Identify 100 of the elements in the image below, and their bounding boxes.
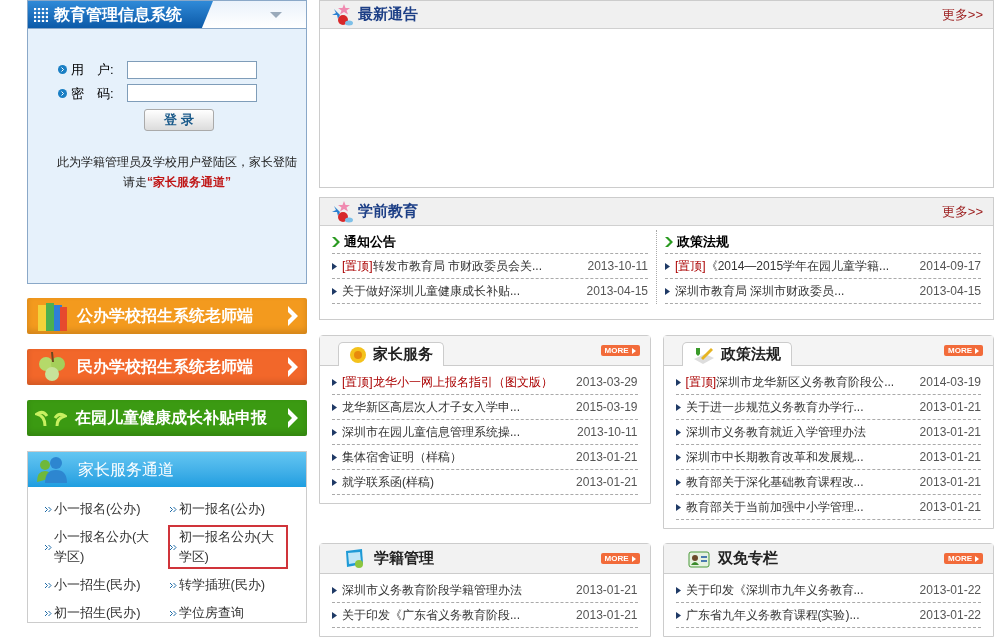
box-tab[interactable]: 政策法规: [681, 342, 792, 366]
news-link[interactable]: [置顶]《2014—2015学年在园儿童学籍...: [675, 257, 915, 275]
login-field[interactable]: [127, 84, 257, 103]
bullet-icon: [675, 403, 681, 411]
service-link[interactable]: 学位房查询: [167, 601, 288, 625]
service-link[interactable]: 小一报名(公办): [43, 497, 164, 521]
column-title: 政策法规: [677, 232, 729, 251]
bullet-icon: [675, 478, 681, 486]
news-link[interactable]: 关于进一步规范义务教育办学行...: [685, 398, 915, 416]
news-date: 2013-01-22: [919, 607, 981, 624]
arrow-icon: [665, 236, 673, 247]
play-icon: [975, 555, 979, 562]
news-date: 2013-01-22: [919, 582, 981, 599]
box-tab[interactable]: 家长服务: [338, 342, 444, 366]
field-label: 用 户:: [71, 61, 115, 79]
panel-title: 学前教育: [358, 201, 418, 222]
sun-icon: [349, 345, 367, 364]
panel-title: 最新通告: [358, 4, 418, 25]
more-link[interactable]: 更多>>: [941, 4, 983, 25]
bullet-icon: [675, 453, 681, 461]
news-link[interactable]: 关于做好深圳儿童健康成长补贴...: [342, 282, 582, 300]
news-date: 2013-01-21: [919, 474, 981, 491]
news-date: 2013-01-21: [576, 607, 638, 624]
bullet-icon: [332, 428, 337, 436]
news-date: 2014-09-17: [919, 258, 981, 275]
news-link[interactable]: [置顶]转发市教育局 市财政委员会关...: [342, 257, 583, 275]
service-link[interactable]: 转学插班(民办): [167, 573, 288, 597]
login-note: 此为学籍管理员及学校用户登陆区，家长登陆请走“家长服务通道”: [56, 154, 298, 191]
box-title: 双免专栏: [717, 548, 778, 569]
service-link[interactable]: 初一招生(民办): [43, 601, 164, 625]
bullet-icon: [332, 403, 337, 411]
id-card-icon: [687, 549, 710, 568]
bullet-icon: [332, 453, 337, 461]
dropdown-icon[interactable]: [270, 11, 282, 18]
news-date: 2013-01-21: [919, 399, 981, 416]
bullet-icon: [675, 378, 681, 386]
field-label: 密 码:: [71, 84, 115, 103]
news-link[interactable]: 深圳市义务教育阶段学籍管理办法: [342, 581, 572, 599]
news-link[interactable]: 关于印发《深圳市九年义务教育...: [685, 581, 915, 599]
bullet-icon: [675, 586, 681, 594]
login-field[interactable]: [127, 60, 257, 79]
bullet-icon: [58, 88, 67, 98]
news-link[interactable]: 集体宿舍证明（样稿）: [342, 448, 572, 466]
news-date: 2013-01-21: [576, 474, 638, 491]
news-link[interactable]: 关于印发《广东省义务教育阶段...: [342, 606, 572, 624]
service-link[interactable]: 初一报名公办(大学区): [167, 525, 288, 569]
double-chevron-icon: [45, 506, 52, 512]
bullet-icon: [675, 611, 681, 619]
more-link[interactable]: 更多>>: [941, 201, 983, 222]
news-date: 2013-10-11: [587, 258, 648, 275]
panel-title: 家长服务通道: [78, 459, 174, 480]
bullet-icon: [665, 287, 670, 295]
news-link[interactable]: 广东省九年义务教育课程(实验)...: [685, 606, 915, 624]
login-button[interactable]: 登 录: [144, 109, 214, 131]
news-link[interactable]: 深圳市在园儿童信息管理系统操...: [342, 423, 572, 441]
service-link[interactable]: 小一招生(民办): [43, 573, 164, 597]
news-link[interactable]: 教育部关于当前加强中小学管理...: [685, 498, 915, 516]
double-chevron-icon: [169, 544, 177, 550]
news-date: 2013-01-21: [576, 449, 638, 466]
arrow-icon: [332, 236, 340, 247]
box-title: 家长服务: [373, 344, 433, 365]
play-icon: [975, 347, 979, 354]
chevron-right-icon: [287, 356, 299, 378]
news-date: 2013-01-21: [919, 499, 981, 516]
play-icon: [631, 347, 636, 354]
sprout-icon: [35, 408, 67, 428]
news-link[interactable]: 龙华新区高层次人才子女入学申...: [342, 398, 572, 416]
bullet-icon: [332, 478, 337, 486]
stars-icon: [330, 199, 356, 224]
stars-icon: [330, 2, 356, 27]
bullet-icon: [58, 65, 67, 75]
banner-button[interactable]: 在园儿童健康成长补贴申报: [27, 400, 307, 436]
news-date: 2013-03-29: [576, 374, 638, 391]
news-date: 2013-01-21: [919, 449, 981, 466]
people-icon: [36, 455, 68, 484]
bullet-icon: [675, 428, 681, 436]
column-title: 通知公告: [344, 232, 396, 251]
box-title: 政策法规: [720, 344, 781, 365]
double-chevron-icon: [169, 506, 177, 512]
news-link[interactable]: [置顶]深圳市龙华新区义务教育阶段公...: [685, 373, 915, 391]
news-link[interactable]: 深圳市教育局 深圳市财政委员...: [675, 282, 915, 300]
news-link[interactable]: 就学联系函(样稿): [342, 473, 572, 491]
bullet-icon: [675, 503, 681, 511]
news-link[interactable]: 深圳市中长期教育改革和发展规...: [685, 448, 915, 466]
news-date: 2015-03-19: [576, 399, 638, 416]
double-chevron-icon: [45, 544, 52, 550]
grid-icon: [34, 7, 48, 22]
news-date: 2014-03-19: [919, 374, 981, 391]
service-link[interactable]: 初一报名(公办): [167, 497, 288, 521]
monitor-icon: [344, 547, 366, 570]
news-link[interactable]: 教育部关于深化基础教育课程改...: [685, 473, 915, 491]
news-link[interactable]: 深圳市义务教育就近入学管理办法: [685, 423, 915, 441]
chevron-right-icon: [287, 407, 299, 429]
bullet-icon: [665, 262, 670, 270]
news-link[interactable]: [置顶]龙华小一网上报名指引（图文版）: [342, 373, 572, 391]
bullet-icon: [332, 378, 337, 386]
service-link[interactable]: 小一报名公办(大学区): [43, 525, 164, 569]
chevron-right-icon: [287, 305, 299, 327]
news-date: 2013-04-15: [586, 283, 648, 300]
double-chevron-icon: [45, 610, 52, 616]
